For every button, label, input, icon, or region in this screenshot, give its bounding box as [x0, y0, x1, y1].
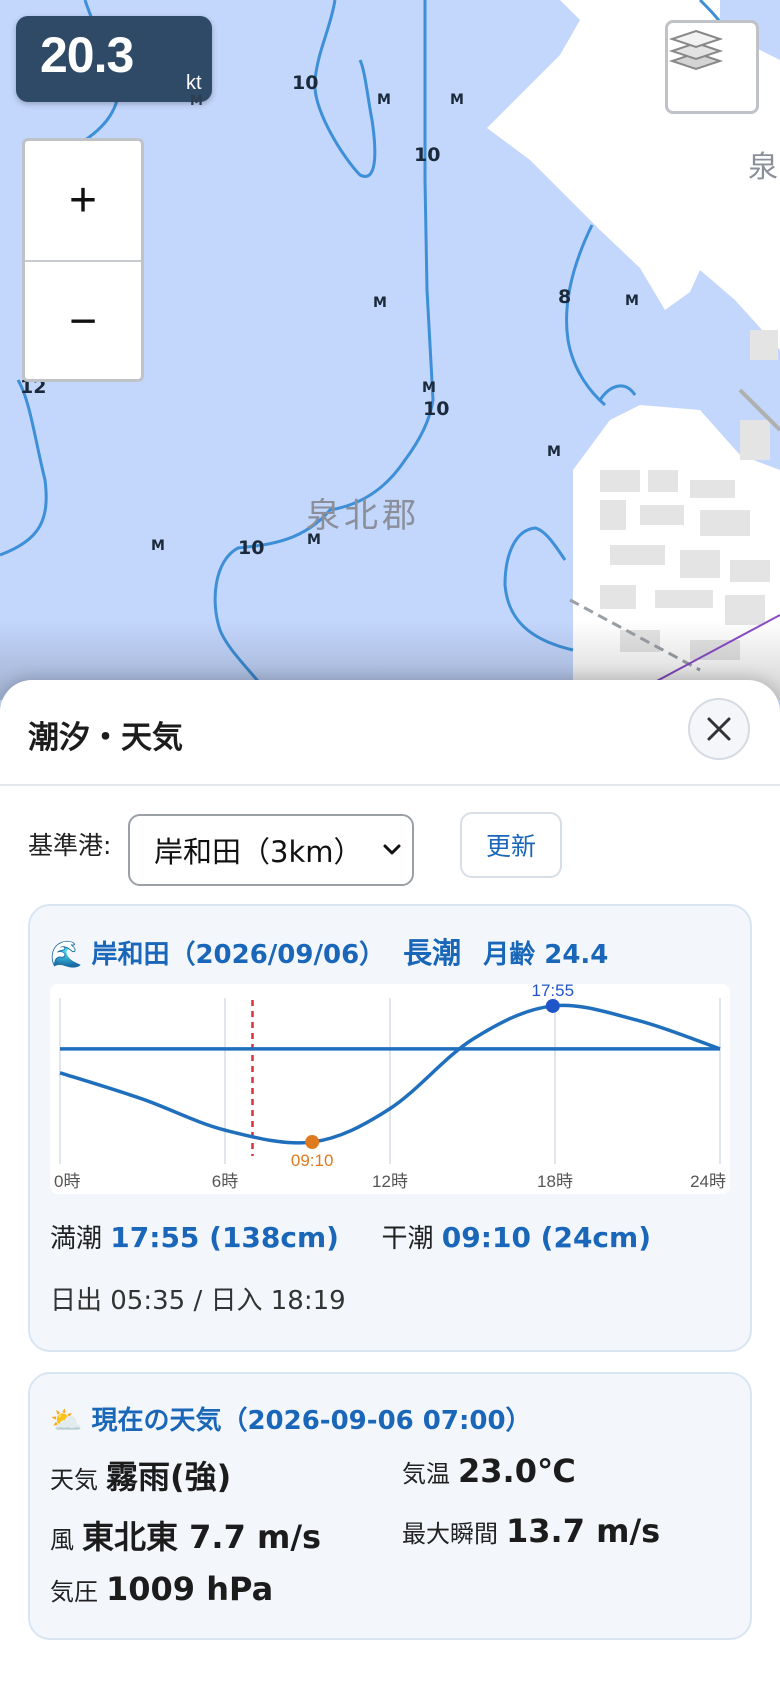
condition-label: 天気: [50, 1466, 98, 1494]
zoom-out-button[interactable]: −: [25, 260, 141, 379]
tide-port-date: 岸和田（2026/09/06）: [91, 940, 386, 970]
tide-heading: 🌊 岸和田（2026/09/06） 長潮 月齢 24.4: [50, 930, 608, 972]
port-row: 基準港: 岸和田（3km） 更新: [28, 812, 768, 894]
nautical-map[interactable]: 10 10 8 10 12 10 M M M M M M M M 泉北郡 泉 2…: [0, 0, 780, 700]
temperature-label: 気温: [402, 1460, 450, 1488]
m-marker: M: [377, 92, 391, 108]
x-tick-label: 12時: [372, 1172, 408, 1191]
close-button[interactable]: [688, 698, 750, 760]
layers-icon: [668, 29, 724, 71]
m-marker: M: [151, 538, 165, 554]
x-tick-label: 18時: [537, 1172, 573, 1191]
close-icon: [707, 717, 731, 741]
m-marker: M: [625, 293, 639, 309]
weather-heading: ⛅ 現在の天気（2026-09-06 07:00）: [50, 1400, 532, 1437]
high-tide-value: 17:55 (138cm): [110, 1221, 339, 1254]
low-tide-marker-label: 09:10: [291, 1151, 334, 1170]
gust-label: 最大瞬間: [402, 1520, 498, 1548]
port-label: 基準港:: [28, 831, 112, 860]
depth-label: 10: [423, 398, 450, 420]
low-tide-marker: [305, 1135, 320, 1150]
tide-type: 長潮: [403, 936, 462, 970]
zoom-control: + −: [22, 138, 144, 382]
weather-condition: 天気 霧雨(強): [50, 1452, 231, 1498]
weather-wind: 風東北東 7.7 m/s: [50, 1512, 321, 1558]
weather-pressure: 気圧 1009 hPa: [50, 1570, 273, 1608]
weather-title: 現在の天気（2026-09-06 07:00）: [91, 1406, 532, 1436]
tide-stats: 満潮 17:55 (138cm) 干潮 09:10 (24cm): [50, 1218, 651, 1255]
condition-value: 霧雨(強): [106, 1458, 232, 1496]
high-tide-label: 満潮: [50, 1224, 103, 1254]
gust-value: 13.7 m/s: [506, 1512, 661, 1550]
wind-value: 東北東 7.7 m/s: [82, 1518, 322, 1556]
m-marker: M: [450, 92, 464, 108]
m-marker: M: [373, 295, 387, 311]
layers-button[interactable]: [665, 20, 759, 114]
weather-temperature: 気温 23.0℃: [402, 1452, 576, 1490]
m-marker: M: [422, 380, 436, 396]
place-label-edge: 泉: [748, 150, 780, 185]
low-tide-label: 干潮: [381, 1224, 434, 1254]
zoom-in-button[interactable]: +: [25, 141, 141, 260]
port-select-value: 岸和田（3km）: [154, 835, 363, 869]
depth-label: 10: [414, 144, 441, 166]
tide-card: 🌊 岸和田（2026/09/06） 長潮 月齢 24.4 0時 6時 12時 18時 24時…: [28, 904, 752, 1352]
pressure-value: 1009 hPa: [106, 1570, 274, 1608]
wind-label: 風: [50, 1526, 74, 1554]
pressure-label: 気圧: [50, 1578, 98, 1606]
panel-header: 潮汐・天気: [0, 680, 780, 786]
weather-icon: ⛅: [50, 1406, 83, 1436]
temperature-value: 23.0℃: [458, 1452, 576, 1490]
low-tide-value: 09:10 (24cm): [441, 1221, 652, 1254]
high-tide-marker-label: 17:55: [532, 984, 575, 1000]
x-tick-label: 0時: [54, 1172, 80, 1191]
moon-age: 月齢 24.4: [483, 940, 609, 970]
wave-icon: 🌊: [50, 940, 83, 970]
depth-label: 10: [238, 537, 265, 559]
m-marker: M: [547, 444, 561, 460]
panel-title: 潮汐・天気: [28, 720, 183, 756]
depth-label: 10: [292, 72, 319, 94]
depth-label: 8: [558, 286, 572, 308]
weather-gust: 最大瞬間 13.7 m/s: [402, 1512, 660, 1550]
high-tide-marker: [545, 998, 560, 1013]
tide-chart: 0時 6時 12時 18時 24時 17:55 09:10: [50, 984, 730, 1194]
refresh-button[interactable]: 更新: [460, 812, 562, 878]
x-tick-label: 24時: [690, 1172, 726, 1191]
x-tick-label: 6時: [212, 1172, 238, 1191]
speed-unit: kt: [186, 72, 202, 94]
port-select[interactable]: 岸和田（3km）: [128, 814, 414, 886]
speed-sub: M: [190, 94, 203, 109]
speed-badge: 20.3 kt M: [16, 16, 212, 109]
place-label: 泉北郡: [306, 496, 420, 536]
weather-card: ⛅ 現在の天気（2026-09-06 07:00） 天気 霧雨(強) 気温 23.0…: [28, 1372, 752, 1640]
sunrise-sunset: 日出 05:35 / 日入 18:19: [50, 1286, 346, 1316]
speed-value: 20.3: [40, 27, 134, 83]
chevron-down-icon: [383, 844, 401, 855]
tide-weather-panel: 潮汐・天気 基準港: 岸和田（3km） 更新 🌊 岸和田（2026/09/06）…: [0, 680, 780, 1688]
